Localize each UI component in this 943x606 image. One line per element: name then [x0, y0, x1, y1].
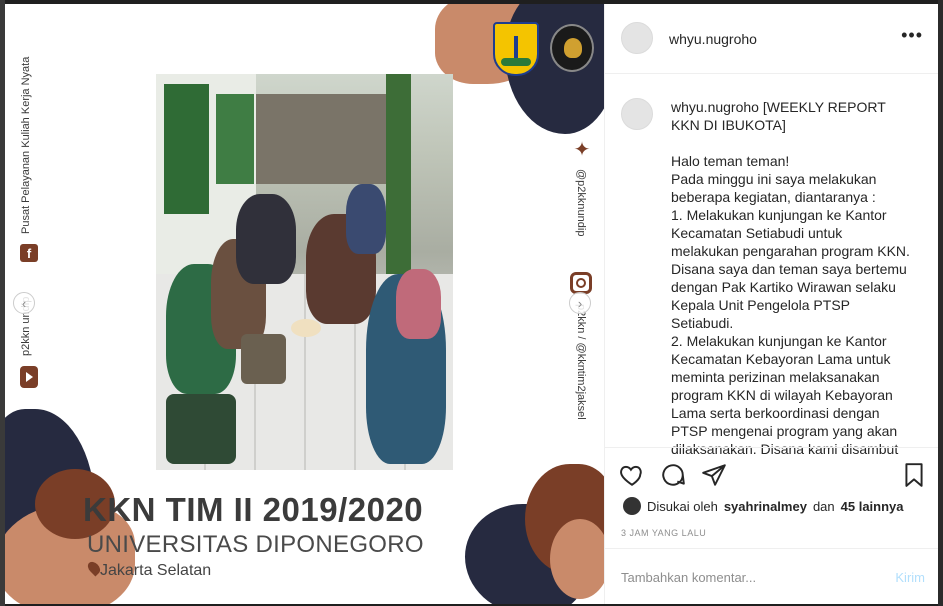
post-header: whyu.nugroho •••	[605, 4, 939, 74]
likes-others[interactable]: 45 lainnya	[841, 499, 904, 514]
youtube-icon	[20, 366, 38, 388]
post-subtitle: UNIVERSITAS DIPONEGORO	[87, 531, 424, 558]
background-strip-right	[938, 0, 943, 606]
post-image[interactable]: Pusat Pelayanan Kuliah Kerja Nyata f p2k…	[5, 4, 604, 604]
header-username[interactable]: whyu.nugroho	[669, 31, 757, 47]
carousel-prev-button[interactable]: ‹	[13, 292, 35, 314]
caption-author[interactable]: whyu.nugroho	[671, 99, 759, 115]
undip-logo	[550, 24, 594, 72]
caption: whyu.nugroho [WEEKLY REPORT KKN DI IBUKO…	[671, 98, 911, 458]
group-photo	[156, 74, 453, 470]
carousel-next-button[interactable]: ›	[569, 292, 591, 314]
instagram-icon	[570, 272, 592, 294]
comment-bar: Tambahkan komentar... Kirim	[605, 548, 939, 605]
instagram-post-window: Pusat Pelayanan Kuliah Kerja Nyata f p2k…	[0, 0, 943, 606]
likes-connector: dan	[812, 498, 835, 514]
more-options-button[interactable]: •••	[901, 26, 923, 44]
caption-avatar[interactable]	[621, 98, 653, 130]
decor-blob-bottom-right-peach	[550, 519, 604, 599]
post-comment-button[interactable]: Kirim	[895, 570, 925, 585]
likes-user[interactable]: syahrinalmey	[724, 499, 807, 514]
facebook-icon: f	[20, 244, 38, 262]
post-details-panel: whyu.nugroho ••• whyu.nugroho [WEEKLY RE…	[604, 4, 939, 604]
side-org-text: Pusat Pelayanan Kuliah Kerja Nyata	[20, 56, 32, 234]
bookmark-icon[interactable]	[901, 462, 927, 488]
caption-body: Halo teman teman! Pada minggu ini saya m…	[671, 153, 910, 457]
liker-avatar	[623, 497, 641, 515]
side-instagram-text: p2kkn / @kkntim2jaksel	[575, 304, 587, 420]
post-title: KKN TIM II 2019/2020	[83, 491, 424, 528]
header-avatar[interactable]	[621, 22, 653, 54]
action-bar: Disukai oleh syahrinalmey dan 45 lainnya…	[605, 447, 939, 604]
twitter-icon: ✦	[573, 139, 591, 161]
side-twitter-text: @p2kknundip	[575, 169, 587, 237]
likes-prefix: Disukai oleh	[647, 498, 718, 514]
heart-icon[interactable]	[619, 462, 645, 488]
post-location: Jakarta Selatan	[100, 562, 212, 579]
share-icon[interactable]	[701, 462, 727, 488]
likes-summary[interactable]: Disukai oleh syahrinalmey dan 45 lainnya	[623, 497, 904, 515]
comment-input[interactable]: Tambahkan komentar...	[621, 570, 756, 585]
jakarta-logo	[493, 22, 539, 76]
comment-icon[interactable]	[660, 462, 686, 488]
post-timestamp[interactable]: 3 JAM YANG LALU	[621, 528, 706, 538]
